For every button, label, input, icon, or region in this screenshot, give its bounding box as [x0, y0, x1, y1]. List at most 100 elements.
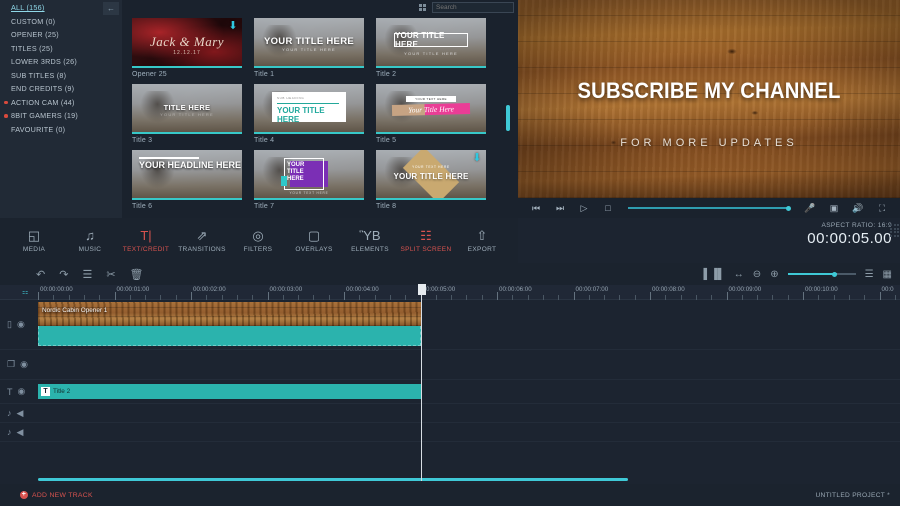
player-transport-bar: ⏮ ⏭ ▷ □ 🎤 ▣ 🔊 ⛶: [518, 198, 900, 218]
tab-filters[interactable]: ◎ FILTERS: [230, 218, 286, 263]
skip-end-icon[interactable]: ⏭: [548, 198, 572, 218]
category-item[interactable]: TITLES (25): [0, 42, 122, 56]
delete-icon[interactable]: 🗑: [130, 268, 144, 281]
fit-to-screen-icon[interactable]: ↔: [734, 269, 744, 280]
template-thumbnail[interactable]: TITLE HERE YOUR TITLE HERE: [132, 84, 242, 134]
tab-transitions[interactable]: ⇗ TRANSITIONS: [174, 218, 230, 263]
playback-progress-slider[interactable]: [620, 198, 798, 218]
category-item[interactable]: ALL (156): [0, 1, 122, 15]
category-item[interactable]: ACTION CAM (44): [0, 96, 122, 110]
tab-split-screen[interactable]: ☷ SPLIT SCREEN: [398, 218, 454, 263]
tab-export[interactable]: ⇧ EXPORT: [454, 218, 510, 263]
layers-icon[interactable]: ❐: [7, 359, 15, 370]
tab-music[interactable]: ♫ MUSIC: [62, 218, 118, 263]
add-new-track-button[interactable]: + ADD NEW TRACK: [0, 491, 93, 499]
category-item[interactable]: OPENER (25): [0, 28, 122, 42]
stop-icon[interactable]: □: [596, 198, 620, 218]
tab-text-credit[interactable]: T| TEXT/CREDIT: [118, 218, 174, 263]
text-t-icon[interactable]: T: [7, 387, 13, 397]
eye-icon[interactable]: ◉: [18, 386, 26, 397]
category-label: CUSTOM (0): [11, 16, 56, 26]
template-thumbnail[interactable]: SUB HEADING YOUR TITLE HERE: [254, 84, 364, 134]
browser-scrollbar[interactable]: [506, 105, 510, 131]
template-card[interactable]: Jack & Mary 12.12.17 ⬇ Opener 25: [132, 18, 242, 78]
template-card[interactable]: YOUR TITLE HERE YOUR TITLE HERE Title 1: [254, 18, 364, 78]
track-body-audio-2[interactable]: [38, 423, 900, 441]
tab-icon: ♫: [85, 227, 95, 243]
speaker-icon[interactable]: ◀: [17, 408, 24, 419]
eye-icon[interactable]: ◉: [20, 359, 28, 370]
timeline-ruler[interactable]: ⚏ 00:00:00:00 00:00:01:00 00:00:02:00 00:00…: [0, 285, 900, 300]
tab-elements[interactable]: ὛB ELEMENTS: [342, 218, 398, 263]
template-thumbnail[interactable]: YOUR TITLE HERE YOUR TEXT HERE: [254, 150, 364, 200]
timeline-zoom-tools: ▌▐▌ ↔ ⊖ ⊕ ☰ ▦: [704, 268, 900, 280]
tab-media[interactable]: ◱ MEDIA: [6, 218, 62, 263]
template-thumbnail[interactable]: YOUR TITLE HERE YOUR TITLE HERE: [254, 18, 364, 68]
music-note-icon[interactable]: ♪: [7, 408, 12, 418]
download-icon[interactable]: ⬇: [228, 21, 238, 32]
video-clip[interactable]: Nordic Cabin Opener 1: [38, 302, 421, 346]
microphone-icon[interactable]: 🎤: [798, 198, 822, 218]
track-body-video[interactable]: Nordic Cabin Opener 1: [38, 300, 900, 349]
snapshot-icon[interactable]: ▣: [822, 198, 846, 218]
track-header-audio-2: ♪ ◀: [0, 423, 38, 441]
template-card[interactable]: YOUR TEXT HERE YOUR TITLE HERE ⬇ Title 8: [376, 150, 486, 210]
redo-icon[interactable]: ↷: [59, 268, 68, 281]
zoom-out-icon[interactable]: ⊖: [753, 269, 761, 280]
template-card[interactable]: SUB HEADING YOUR TITLE HERE Title 4: [254, 84, 364, 144]
template-thumbnail[interactable]: YOUR TEXT HERE YOUR TITLE HERE ⬇: [376, 150, 486, 200]
progress-knob[interactable]: [786, 206, 791, 211]
template-card[interactable]: YOUR TITLE HERE YOUR TEXT HERE Title 7: [254, 150, 364, 210]
template-card[interactable]: TITLE HERE YOUR TITLE HERE Title 3: [132, 84, 242, 144]
speaker-icon[interactable]: ◀: [17, 427, 24, 438]
volume-icon[interactable]: 🔊: [846, 198, 870, 218]
film-icon[interactable]: ▯: [7, 319, 12, 330]
template-thumbnail[interactable]: YOUR TITLE HERE YOUR TITLE HERE: [376, 18, 486, 68]
divider: [277, 103, 339, 104]
text-clip[interactable]: T Title 2: [38, 384, 421, 399]
cut-icon[interactable]: ✂: [106, 268, 115, 281]
category-item[interactable]: 8BIT GAMERS (19): [0, 109, 122, 123]
template-thumbnail[interactable]: Jack & Mary 12.12.17 ⬇: [132, 18, 242, 68]
list-icon[interactable]: ☰: [82, 268, 92, 281]
template-thumbnail[interactable]: YOUR HEADLINE HERE: [132, 150, 242, 200]
grid-view-icon[interactable]: ▦: [883, 269, 892, 280]
eye-icon[interactable]: ◉: [17, 319, 25, 330]
search-input[interactable]: [436, 3, 518, 11]
category-item[interactable]: FAVOURITE (0): [0, 123, 122, 137]
zoom-in-icon[interactable]: ⊕: [770, 269, 778, 280]
zoom-knob[interactable]: [832, 271, 838, 277]
category-item[interactable]: END CREDITS (9): [0, 82, 122, 96]
tab-overlays[interactable]: ▢ OVERLAYS: [286, 218, 342, 263]
search-box[interactable]: ⌕: [432, 1, 518, 13]
category-item[interactable]: SUB TITLES (8): [0, 69, 122, 83]
grid-view-icon[interactable]: [419, 3, 426, 11]
undo-icon[interactable]: ↶: [36, 268, 45, 281]
template-card[interactable]: YOUR HEADLINE HERE Title 6: [132, 150, 242, 210]
template-thumbnail[interactable]: YOUR TEXT HERE Your Title Here: [376, 84, 486, 134]
resize-grip-icon[interactable]: [890, 224, 899, 237]
preview-player[interactable]: SUBSCRIBE MY CHANNEL FOR MORE UPDATES: [518, 0, 900, 198]
list-view-icon[interactable]: ☰: [865, 269, 874, 280]
zoom-slider[interactable]: [787, 268, 856, 280]
ruler-tick-major: [114, 292, 116, 300]
track-body-text[interactable]: T Title 2: [38, 380, 900, 403]
video-editor-window: ← ALL (156) CUSTOM (0) OPENER (25) TITLES (…: [0, 0, 900, 506]
music-note-icon[interactable]: ♪: [7, 427, 12, 437]
category-item[interactable]: CUSTOM (0): [0, 15, 122, 29]
download-icon[interactable]: ⬇: [472, 153, 482, 164]
category-item[interactable]: LOWER 3RDS (26): [0, 55, 122, 69]
play-icon[interactable]: ▷: [572, 198, 596, 218]
audio-waveform-icon[interactable]: ▌▐▌: [704, 269, 725, 280]
track-body-audio-1[interactable]: [38, 404, 900, 422]
timeline-horizontal-scrollbar[interactable]: [38, 478, 628, 481]
playhead[interactable]: [417, 284, 426, 481]
template-card[interactable]: YOUR TITLE HERE YOUR TITLE HERE Title 2: [376, 18, 486, 78]
ruler-tick-label: 00:00:05:00: [422, 286, 456, 293]
snap-icon[interactable]: ⚏: [22, 288, 28, 296]
template-card[interactable]: YOUR TEXT HERE Your Title Here Title 5: [376, 84, 486, 144]
track-body-pip[interactable]: [38, 350, 900, 379]
tab-label: SPLIT SCREEN: [400, 245, 452, 253]
skip-start-icon[interactable]: ⏮: [524, 198, 548, 218]
fullscreen-icon[interactable]: ⛶: [870, 198, 894, 218]
